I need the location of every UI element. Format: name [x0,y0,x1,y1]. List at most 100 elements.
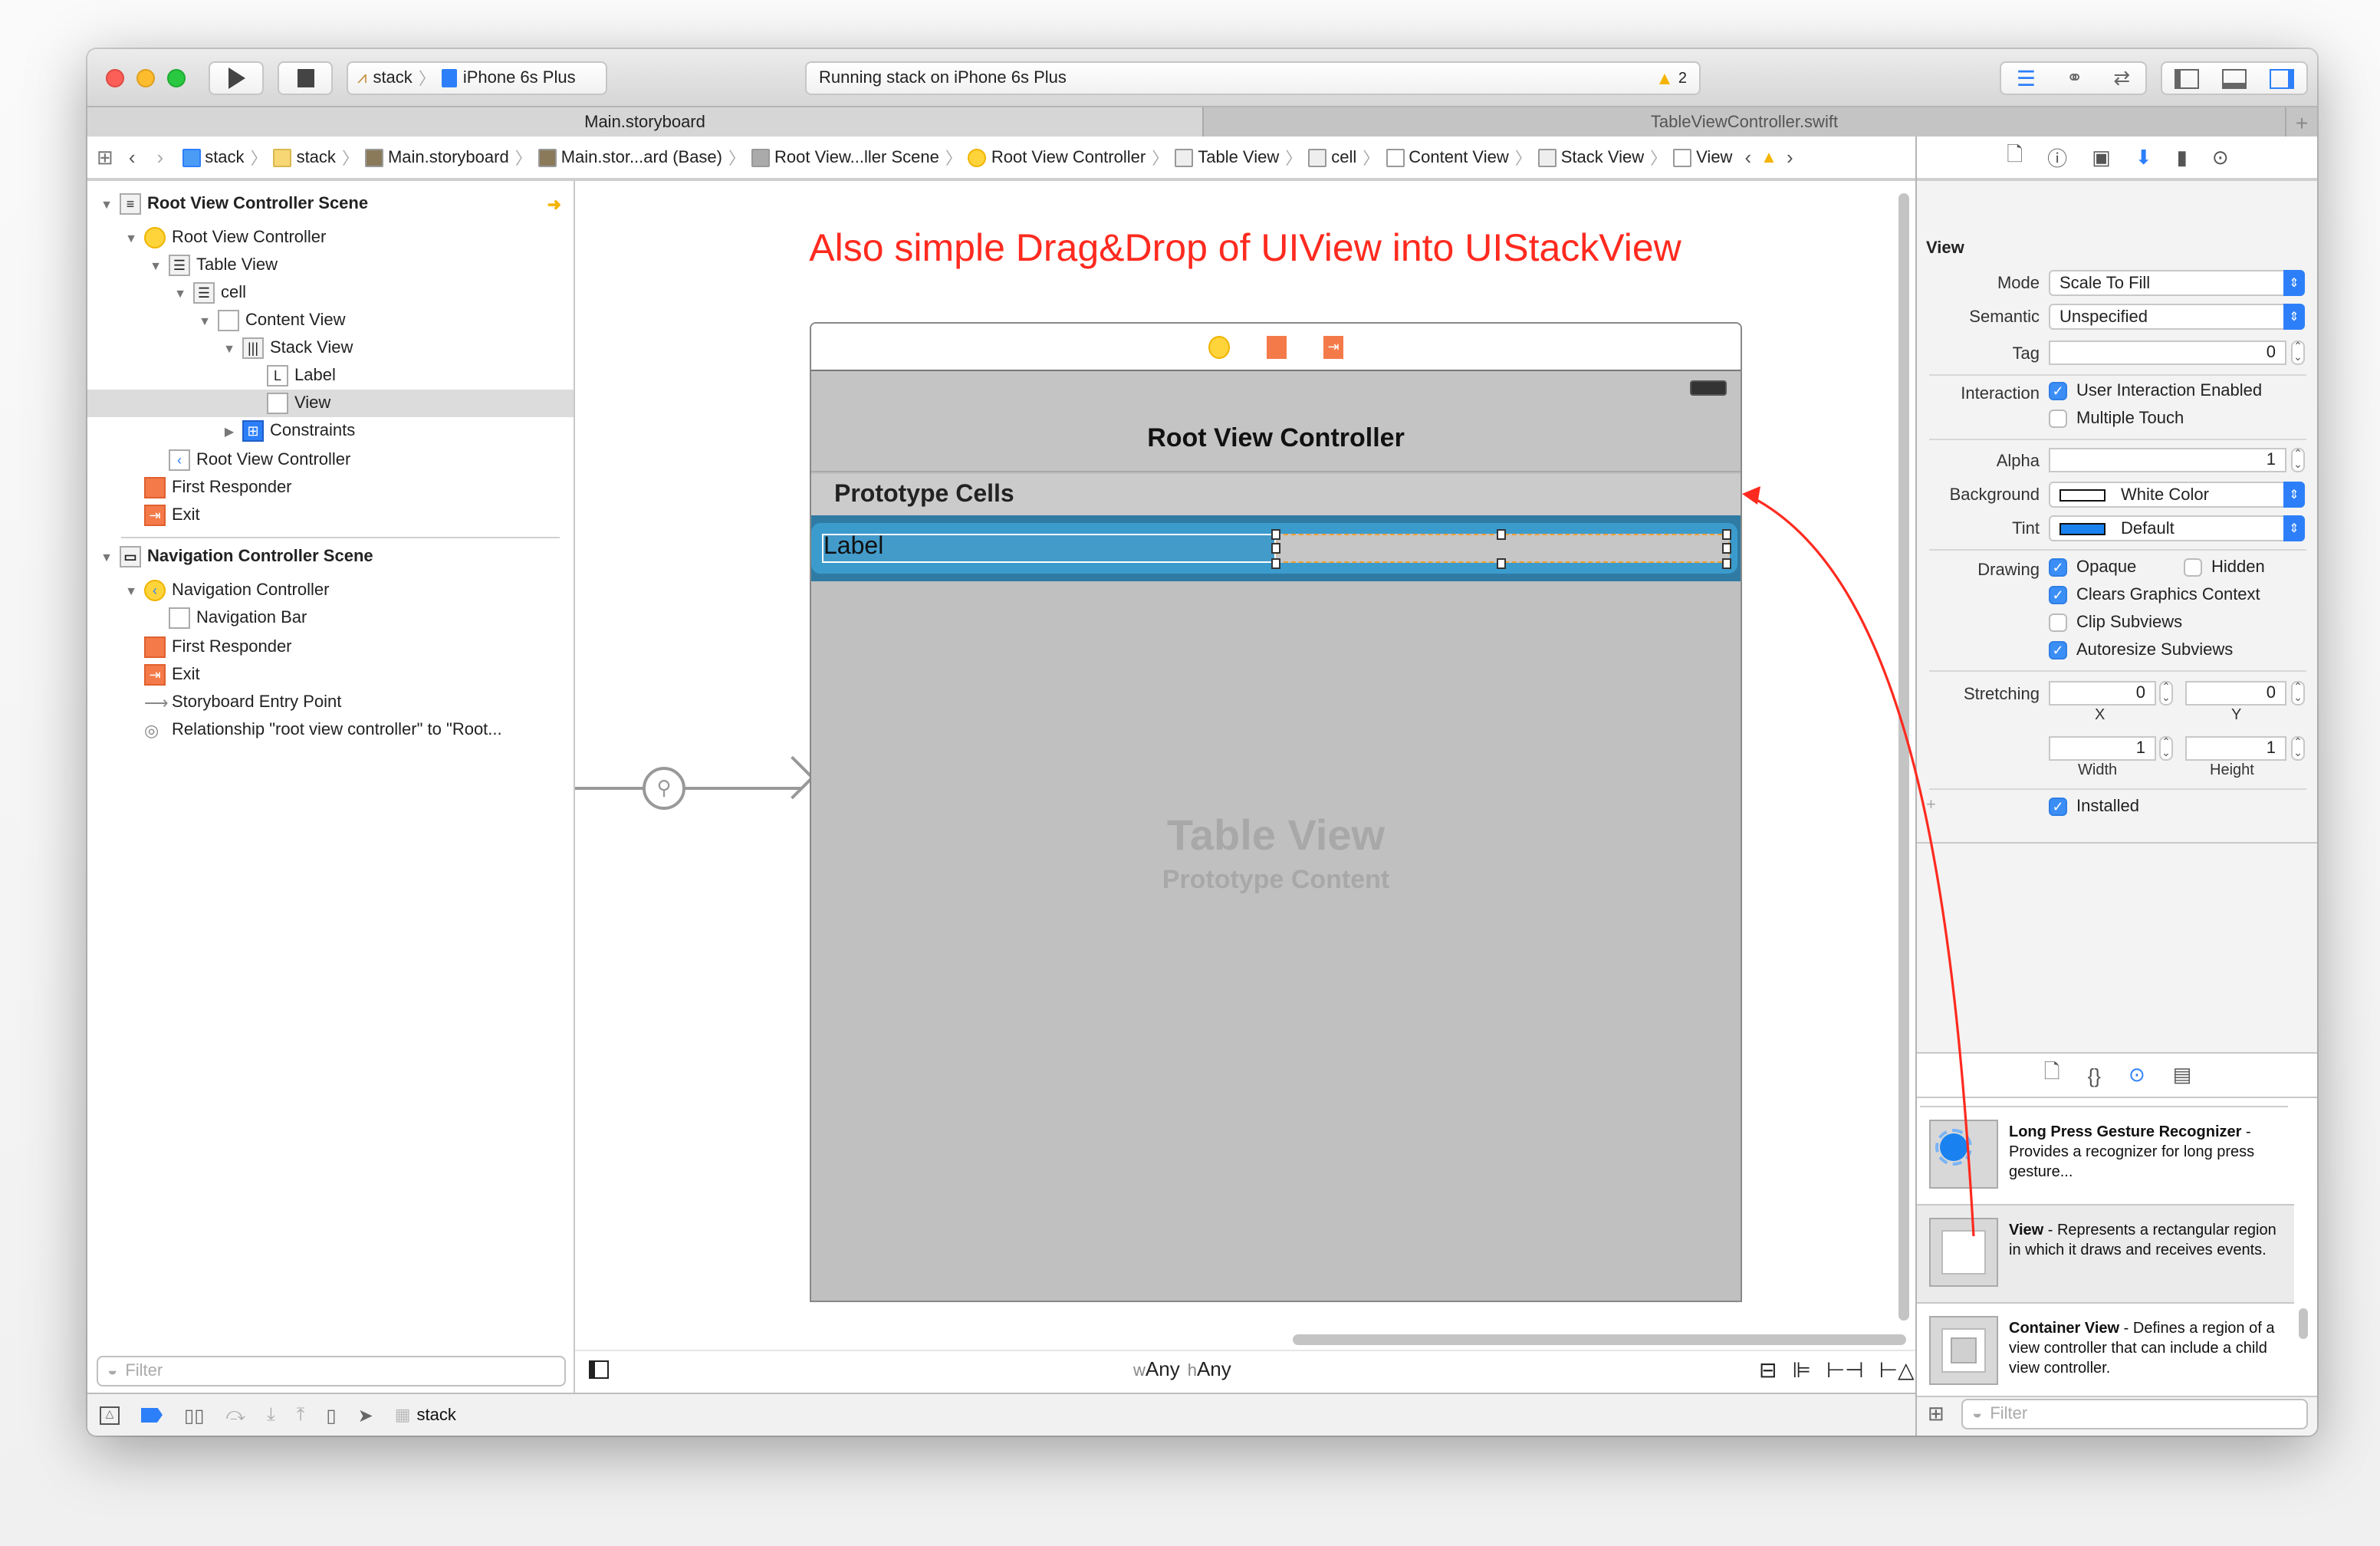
code-snippet-library-icon[interactable]: {} [2088,1064,2101,1087]
tab-main-storyboard[interactable]: Main.storyboard [87,107,1204,137]
multiple-touch-checkbox[interactable]: Multiple Touch [2049,410,2184,428]
step-into-icon[interactable]: ⤓ [267,1403,275,1426]
tab-tableviewcontroller-swift[interactable]: TableViewController.swift [1204,107,2285,137]
outline-item[interactable]: ▼ ||| Stack View [87,334,574,362]
next-issue-button[interactable]: › [1787,146,1793,169]
opaque-checkbox[interactable]: ✓ Opaque [2049,558,2136,577]
outline-item[interactable]: ▼ Content View [87,307,574,334]
file-template-library-icon[interactable]: 🗋 [2044,1058,2060,1092]
related-items-icon[interactable]: ⊞ [97,145,113,169]
outline-item[interactable]: ⇥ Exit [87,502,574,529]
quick-help-icon[interactable]: ⓘ [2047,143,2067,172]
outline-item[interactable]: ▼ ☰ cell [87,279,574,307]
resize-handle[interactable] [1722,543,1731,554]
pause-icon[interactable]: ▯▯ [184,1404,204,1426]
outline-item[interactable]: ▼ Root View Controller [87,224,574,252]
resize-handle[interactable] [1271,543,1280,554]
version-editor-icon[interactable]: ⇄ [2113,66,2130,90]
stretch-width-stepper[interactable]: ⌃ ⌄ [2159,736,2173,761]
library-filter-input[interactable]: ◒ Filter [1961,1399,2308,1429]
stretch-x-field[interactable]: 0 [2049,681,2156,706]
resize-handle[interactable] [1271,529,1280,540]
vertical-scrollbar[interactable] [1898,193,1909,1321]
jump-item-folder[interactable]: stack [273,148,336,166]
simulate-location-icon[interactable]: ➤ [358,1404,373,1426]
outline-item[interactable]: ⟶ Storyboard Entry Point [87,689,574,716]
mode-popup[interactable]: Scale To Fill ⇕ [2049,270,2305,296]
library-item-long-press[interactable]: Long Press Gesture Recognizer - Provides… [1917,1107,2294,1206]
forward-button[interactable]: › [157,146,164,169]
warning-icon[interactable]: ▲ [1760,148,1777,166]
outline-item[interactable]: First Responder [87,474,574,502]
embed-in-stack-icon[interactable]: ⊟ [1759,1357,1777,1383]
close-button[interactable] [106,69,124,87]
cell-label[interactable]: Label [822,534,1276,563]
file-inspector-icon[interactable]: 🗋 [2007,140,2023,174]
stretch-height-field[interactable]: 1 [2185,736,2286,761]
resize-handle[interactable] [1722,529,1731,540]
pin-icon[interactable]: ⊢⊣ [1826,1357,1864,1383]
horizontal-scrollbar[interactable] [1293,1334,1906,1345]
stretch-x-stepper[interactable]: ⌃ ⌄ [2159,681,2173,706]
assistant-editor-icon[interactable]: ⚭ [2066,66,2083,90]
outline-scene-nav[interactable]: ▼ ▭ Navigation Controller Scene [87,543,574,571]
warning-indicator[interactable]: ▲ 2 [1655,67,1687,89]
debug-target[interactable]: ▦ stack [395,1405,456,1425]
utilities-toggle-icon[interactable] [2270,68,2295,88]
navigator-toggle-icon[interactable] [2174,68,2199,88]
storyboard-canvas[interactable]: Also simple Drag&Drop of UIView into UIS… [575,181,1915,1393]
first-responder-icon[interactable] [1267,336,1287,359]
segue-relationship-icon[interactable]: ⚲ [643,767,685,810]
autoresize-subviews-checkbox[interactable]: ✓ Autoresize Subviews [2049,641,2233,660]
standard-editor-icon[interactable]: ☰ [2017,65,2036,91]
jump-item-view-controller[interactable]: Root View Controller [968,148,1146,166]
step-out-icon[interactable]: ⤒ [297,1403,305,1426]
scene-root-view-controller[interactable]: ⇥ Root View Controller Prototype Cells L… [810,322,1742,1302]
stretch-y-stepper[interactable]: ⌃ ⌄ [2291,681,2305,706]
breakpoints-icon[interactable] [141,1407,163,1423]
resize-handle[interactable] [1271,558,1280,569]
view-controller-icon[interactable] [1208,336,1230,359]
outline-scene-root[interactable]: ▼ ≡ Root View Controller Scene ➜ [87,190,574,218]
jump-item-cell[interactable]: cell [1308,148,1356,166]
scheme-selector[interactable]: ⩘ stack 〉 iPhone 6s Plus [347,61,607,95]
tag-stepper[interactable]: ⌃ ⌄ [2291,340,2305,365]
zoom-button[interactable] [167,69,186,87]
library-scrollbar[interactable] [2299,1308,2308,1339]
resize-handle[interactable] [1497,529,1506,540]
outline-item[interactable]: ▼ ☰ Table View [87,252,574,279]
step-over-icon[interactable]: ⤼ [225,1403,245,1426]
jump-item-storyboard-base[interactable]: Main.stor...ard (Base) [537,148,722,166]
user-interaction-checkbox[interactable]: ✓ User Interaction Enabled [2049,382,2262,400]
stretch-y-field[interactable]: 0 [2185,681,2286,706]
stretch-height-stepper[interactable]: ⌃ ⌄ [2291,736,2305,761]
tag-field[interactable]: 0 [2049,340,2286,365]
alpha-field[interactable]: 1 [2049,448,2286,472]
jump-item-view[interactable]: View [1673,148,1732,166]
alpha-stepper[interactable]: ⌃ ⌄ [2291,448,2305,472]
clears-graphics-context-checkbox[interactable]: ✓ Clears Graphics Context [2049,586,2260,604]
grid-view-toggle-icon[interactable]: ⊞ [1928,1402,1944,1426]
add-variation-button[interactable]: + [1926,796,1936,814]
connections-inspector-icon[interactable]: ⊙ [2212,145,2229,169]
jump-item-storyboard[interactable]: Main.storyboard [364,148,509,166]
align-icon[interactable]: ⊫ [1792,1357,1810,1383]
outline-filter-input[interactable]: ◒ Filter [97,1356,566,1386]
jump-item-content-view[interactable]: Content View [1386,148,1509,166]
outline-item[interactable]: ⇥ Exit [87,661,574,689]
jump-item-scene[interactable]: Root View...ller Scene [751,148,939,166]
disclosure-triangle-icon[interactable]: ▼ [100,197,113,211]
library-item-view[interactable]: View - Represents a rectangular region i… [1917,1206,2294,1304]
jump-item-project[interactable]: stack [182,148,245,166]
jump-item-table-view[interactable]: Table View [1175,148,1279,166]
view-debugger-icon[interactable]: ▯ [326,1404,336,1426]
jump-item-stack-view[interactable]: Stack View [1537,148,1644,166]
resize-handle[interactable] [1722,558,1731,569]
outline-item[interactable]: L Label [87,362,574,390]
outline-item[interactable]: ◎ Relationship "root view controller" to … [87,716,574,744]
hide-debug-area-icon[interactable]: △ [100,1406,120,1424]
stretch-width-field[interactable]: 1 [2049,736,2156,761]
outline-item[interactable]: ‹ Root View Controller [87,446,574,474]
document-outline-toggle-icon[interactable] [589,1360,609,1379]
resolve-issues-icon[interactable]: ⊢△ [1879,1357,1915,1383]
